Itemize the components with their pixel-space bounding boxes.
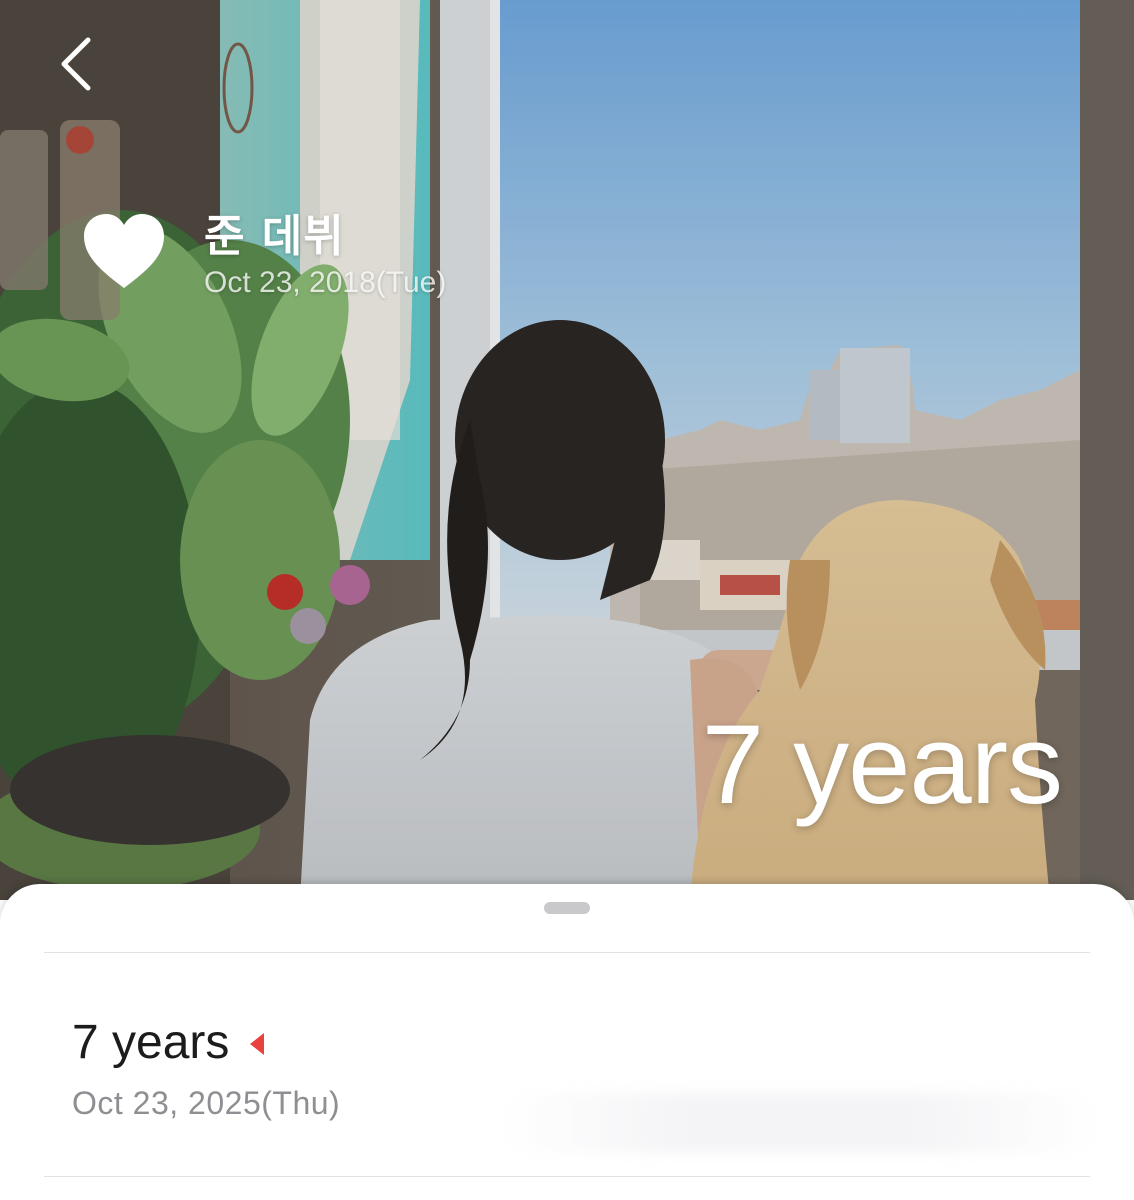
milestone-date: Oct 23, 2025(Thu) — [72, 1085, 341, 1121]
cover-photo: 준 데뷔 Oct 23, 2018(Tue) 7 years — [0, 0, 1134, 900]
event-start-date: Oct 23, 2018(Tue) — [204, 266, 447, 299]
divider — [44, 1176, 1090, 1177]
blurred-region — [500, 1093, 1100, 1153]
back-button[interactable] — [50, 30, 110, 100]
milestone-label: 7 years — [72, 1016, 230, 1069]
elapsed-counter: 7 years — [701, 702, 1063, 827]
heart-icon — [82, 212, 166, 292]
chevron-left-icon — [61, 37, 91, 91]
milestone-row[interactable]: 7 years Oct 23, 2025(Thu) — [0, 953, 1134, 1175]
dday-detail-screen: 준 데뷔 Oct 23, 2018(Tue) 7 years 7 years O… — [0, 0, 1134, 1200]
triangle-left-icon — [250, 1033, 264, 1055]
milestone-sheet[interactable]: 7 years Oct 23, 2025(Thu) — [0, 884, 1134, 1200]
sheet-grabber-handle[interactable] — [544, 902, 590, 914]
event-title: 준 데뷔 — [204, 211, 345, 262]
